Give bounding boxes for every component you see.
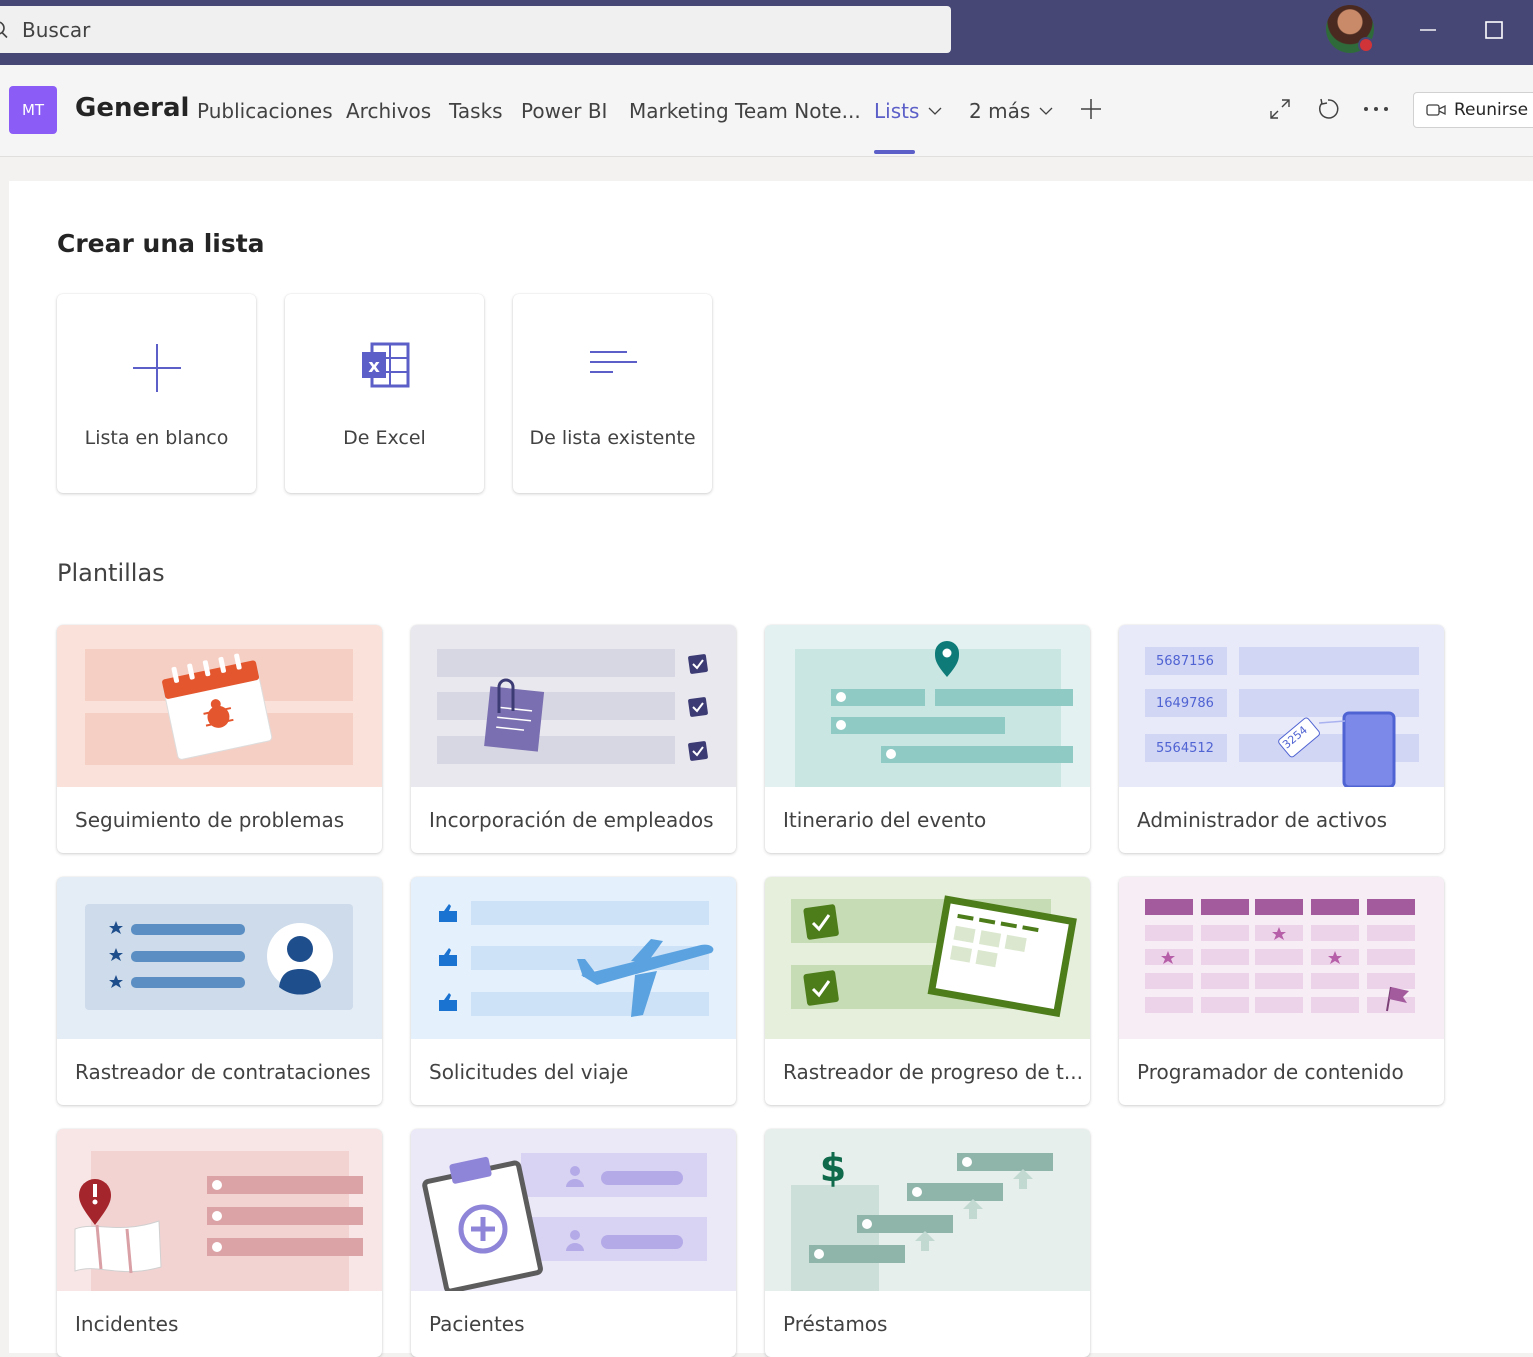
template-label: Solicitudes del viaje xyxy=(429,1060,629,1084)
template-label: Seguimiento de problemas xyxy=(75,808,345,832)
tab-label: 2 más xyxy=(969,99,1031,123)
meet-label: Reunirse xyxy=(1454,100,1529,120)
tab-label: Lists xyxy=(874,99,920,123)
incidents-illustration xyxy=(57,1129,382,1291)
template-incidents[interactable]: Incidentes xyxy=(57,1129,382,1357)
template-patients[interactable]: Pacientes xyxy=(411,1129,736,1357)
lines-icon xyxy=(589,351,637,373)
asset-number: 1649786 xyxy=(1156,696,1214,711)
blank-list-label: Lista en blanco xyxy=(84,427,229,449)
tab-lists[interactable]: Lists xyxy=(874,99,943,123)
template-recruitment-tracker[interactable]: Rastreador de contrataciones xyxy=(57,877,382,1105)
template-content-scheduler[interactable]: Programador de contenido xyxy=(1119,877,1444,1105)
template-label: Rastreador de contrataciones xyxy=(75,1060,371,1084)
refresh-icon xyxy=(1319,98,1339,119)
template-event-itinerary[interactable]: Itinerario del evento xyxy=(765,625,1090,853)
maximize-button[interactable] xyxy=(1474,10,1514,50)
channel-header: MT General Publicaciones Archivos Tasks … xyxy=(0,65,1533,157)
channel-title: General xyxy=(75,93,190,123)
from-excel-label: De Excel xyxy=(343,427,426,449)
from-existing-list-card[interactable]: De lista existente xyxy=(513,294,712,493)
template-asset-manager[interactable]: 5687156 1649786 5564512 3254 Administrad… xyxy=(1119,625,1444,853)
search-placeholder: Buscar xyxy=(22,17,91,42)
asset-number: 5564512 xyxy=(1156,741,1214,756)
content-scheduler-illustration xyxy=(1119,877,1444,1039)
template-work-progress-tracker[interactable]: Rastreador de progreso de t... xyxy=(765,877,1090,1105)
asset-number: 5687156 xyxy=(1156,654,1214,669)
template-label: Préstamos xyxy=(783,1312,888,1336)
tab-label: Archivos xyxy=(346,99,432,123)
tab-label: Marketing Team Note... xyxy=(629,99,861,123)
template-label: Incidentes xyxy=(75,1312,179,1336)
tab-label: Tasks xyxy=(449,99,503,123)
template-travel-requests[interactable]: Solicitudes del viaje xyxy=(411,877,736,1105)
issue-tracker-illustration xyxy=(57,625,382,787)
presence-busy-icon xyxy=(1358,37,1374,53)
chevron-down-icon xyxy=(928,107,942,115)
title-bar: Buscar xyxy=(0,0,1533,65)
template-label: Rastreador de progreso de t... xyxy=(783,1060,1083,1084)
meet-button[interactable]: Reunirse xyxy=(1413,92,1533,128)
from-excel-card[interactable]: x De Excel xyxy=(285,294,484,493)
loans-illustration: $ xyxy=(765,1129,1090,1291)
template-label: Incorporación de empleados xyxy=(429,808,714,832)
template-employee-onboarding[interactable]: Incorporación de empleados xyxy=(411,625,736,853)
plus-icon xyxy=(1081,99,1101,119)
expand-button[interactable] xyxy=(1266,95,1294,123)
lists-content: Crear una lista Lista en blanco x De Exc… xyxy=(9,181,1533,1357)
search-box[interactable]: Buscar xyxy=(0,6,951,53)
event-itinerary-illustration xyxy=(765,625,1090,787)
templates-heading: Plantillas xyxy=(57,559,165,587)
more-icon xyxy=(1364,107,1388,111)
template-label: Pacientes xyxy=(429,1312,525,1336)
template-issue-tracker[interactable]: Seguimiento de problemas xyxy=(57,625,382,853)
work-progress-tracker-illustration xyxy=(765,877,1090,1039)
tab-label: Publicaciones xyxy=(197,99,333,123)
tab-more[interactable]: 2 más xyxy=(969,99,1054,123)
tab-archivos[interactable]: Archivos xyxy=(346,99,431,123)
create-list-heading: Crear una lista xyxy=(57,229,265,258)
excel-icon: x xyxy=(361,342,409,388)
video-camera-icon xyxy=(1426,104,1446,116)
template-label: Administrador de activos xyxy=(1137,808,1388,832)
svg-text:x: x xyxy=(368,356,380,377)
more-options-button[interactable] xyxy=(1362,95,1390,123)
employee-onboarding-illustration xyxy=(411,625,736,787)
chevron-down-icon xyxy=(1039,107,1053,115)
template-label: Programador de contenido xyxy=(1137,1060,1404,1084)
svg-text:$: $ xyxy=(820,1146,846,1190)
from-existing-list-label: De lista existente xyxy=(529,427,696,449)
minimize-button[interactable] xyxy=(1408,10,1448,50)
tab-publicaciones[interactable]: Publicaciones xyxy=(197,99,333,123)
tab-marketing-team-notebook[interactable]: Marketing Team Note... xyxy=(629,99,861,123)
add-tab-button[interactable] xyxy=(1077,95,1105,123)
template-label: Itinerario del evento xyxy=(783,808,987,832)
refresh-button[interactable] xyxy=(1314,95,1342,123)
expand-icon xyxy=(1270,99,1290,119)
recruitment-tracker-illustration xyxy=(57,877,382,1039)
tab-power-bi[interactable]: Power BI xyxy=(521,99,607,123)
active-tab-indicator xyxy=(874,150,915,154)
search-icon xyxy=(0,20,12,40)
blank-list-card[interactable]: Lista en blanco xyxy=(57,294,256,493)
travel-requests-illustration xyxy=(411,877,736,1039)
tab-tasks[interactable]: Tasks xyxy=(449,99,503,123)
avatar[interactable] xyxy=(1326,5,1374,53)
plus-icon xyxy=(132,344,181,392)
patients-illustration xyxy=(411,1129,736,1291)
team-avatar[interactable]: MT xyxy=(9,86,57,134)
tab-label: Power BI xyxy=(521,99,608,123)
template-loans[interactable]: $ Préstamos xyxy=(765,1129,1090,1357)
